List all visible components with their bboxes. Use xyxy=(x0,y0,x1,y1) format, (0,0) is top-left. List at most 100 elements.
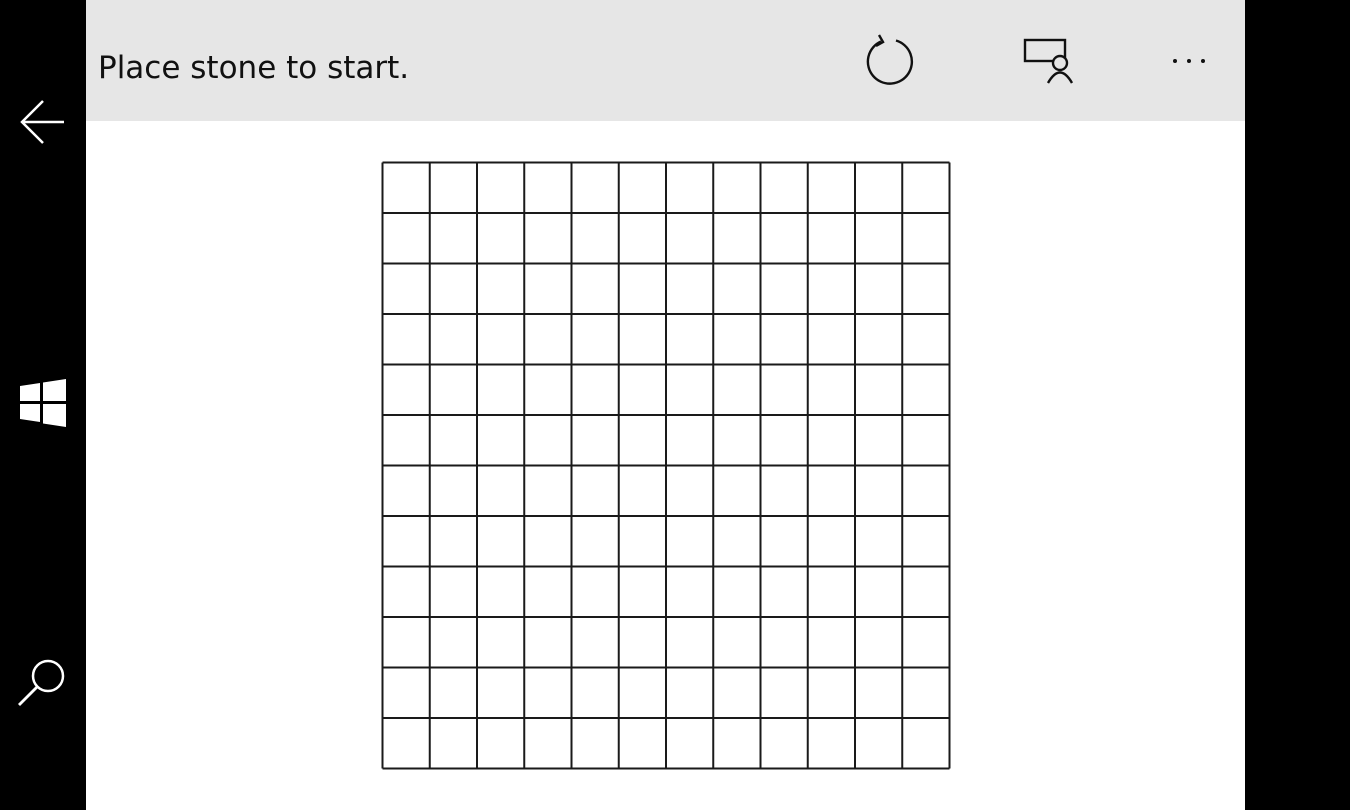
board-cell[interactable] xyxy=(666,162,714,214)
board-cell[interactable] xyxy=(382,516,430,567)
board-cell[interactable] xyxy=(524,213,572,264)
board-cell[interactable] xyxy=(618,667,666,719)
board-cell[interactable] xyxy=(807,617,855,668)
board-cell[interactable] xyxy=(713,213,761,264)
board-cell[interactable] xyxy=(666,667,714,719)
board-grid[interactable] xyxy=(381,161,951,770)
board-cell[interactable] xyxy=(760,566,808,618)
board-cell[interactable] xyxy=(477,263,525,315)
board-cell[interactable] xyxy=(524,667,572,719)
board-cell[interactable] xyxy=(429,516,477,567)
board-cell[interactable] xyxy=(382,415,430,466)
board-cell[interactable] xyxy=(760,617,808,668)
board-cell[interactable] xyxy=(807,516,855,567)
board-cell[interactable] xyxy=(429,718,477,769)
board-cell[interactable] xyxy=(524,516,572,567)
board-cell[interactable] xyxy=(902,566,950,618)
board-cell[interactable] xyxy=(477,566,525,618)
board-cell[interactable] xyxy=(807,566,855,618)
board-cell[interactable] xyxy=(571,516,619,567)
board-cell[interactable] xyxy=(666,516,714,567)
board-cell[interactable] xyxy=(855,465,903,517)
board-cell[interactable] xyxy=(760,364,808,416)
board-cell[interactable] xyxy=(902,617,950,668)
board-cell[interactable] xyxy=(713,617,761,668)
board-cell[interactable] xyxy=(855,162,903,214)
board-cell[interactable] xyxy=(382,667,430,719)
board-cell[interactable] xyxy=(713,718,761,769)
board-cell[interactable] xyxy=(713,263,761,315)
board-cell[interactable] xyxy=(571,718,619,769)
board-cell[interactable] xyxy=(524,566,572,618)
board-cell[interactable] xyxy=(571,263,619,315)
board-cell[interactable] xyxy=(666,566,714,618)
board-cell[interactable] xyxy=(807,263,855,315)
board-cell[interactable] xyxy=(571,465,619,517)
board-cell[interactable] xyxy=(855,263,903,315)
board-cell[interactable] xyxy=(618,415,666,466)
board-cell[interactable] xyxy=(571,314,619,365)
board-cell[interactable] xyxy=(666,364,714,416)
board-cell[interactable] xyxy=(713,364,761,416)
board-cell[interactable] xyxy=(902,162,950,214)
board-cell[interactable] xyxy=(477,364,525,416)
board-cell[interactable] xyxy=(666,213,714,264)
board-cell[interactable] xyxy=(902,213,950,264)
board-cell[interactable] xyxy=(760,516,808,567)
board-cell[interactable] xyxy=(855,667,903,719)
board-cell[interactable] xyxy=(429,667,477,719)
board-cell[interactable] xyxy=(382,617,430,668)
board-cell[interactable] xyxy=(477,162,525,214)
board-cell[interactable] xyxy=(524,364,572,416)
board-cell[interactable] xyxy=(760,718,808,769)
board-cell[interactable] xyxy=(429,314,477,365)
board-cell[interactable] xyxy=(477,213,525,264)
board-cell[interactable] xyxy=(524,162,572,214)
board-cell[interactable] xyxy=(902,263,950,315)
board-cell[interactable] xyxy=(760,465,808,517)
board-cell[interactable] xyxy=(807,667,855,719)
board-cell[interactable] xyxy=(855,516,903,567)
board-cell[interactable] xyxy=(571,566,619,618)
board-cell[interactable] xyxy=(477,415,525,466)
more-options-button[interactable] xyxy=(1154,28,1224,94)
board-cell[interactable] xyxy=(855,566,903,618)
board-cell[interactable] xyxy=(618,465,666,517)
board-cell[interactable] xyxy=(524,617,572,668)
board-cell[interactable] xyxy=(807,718,855,769)
board-cell[interactable] xyxy=(855,314,903,365)
board-cell[interactable] xyxy=(902,718,950,769)
board-cell[interactable] xyxy=(524,263,572,315)
board-cell[interactable] xyxy=(713,566,761,618)
board-cell[interactable] xyxy=(902,516,950,567)
board-cell[interactable] xyxy=(807,465,855,517)
board-cell[interactable] xyxy=(666,263,714,315)
board-cell[interactable] xyxy=(524,415,572,466)
board-cell[interactable] xyxy=(618,617,666,668)
board-cell[interactable] xyxy=(666,415,714,466)
board-cell[interactable] xyxy=(807,213,855,264)
board-cell[interactable] xyxy=(477,465,525,517)
board-cell[interactable] xyxy=(760,415,808,466)
board-cell[interactable] xyxy=(713,667,761,719)
board-cell[interactable] xyxy=(713,314,761,365)
board-cell[interactable] xyxy=(477,516,525,567)
board-cell[interactable] xyxy=(713,516,761,567)
board-cell[interactable] xyxy=(618,364,666,416)
start-button[interactable] xyxy=(0,363,86,443)
board-cell[interactable] xyxy=(571,364,619,416)
board-cell[interactable] xyxy=(902,364,950,416)
search-button[interactable] xyxy=(0,643,86,723)
board-cell[interactable] xyxy=(902,667,950,719)
board-cell[interactable] xyxy=(571,667,619,719)
board-cell[interactable] xyxy=(618,263,666,315)
board-cell[interactable] xyxy=(382,364,430,416)
board-cell[interactable] xyxy=(807,415,855,466)
board-cell[interactable] xyxy=(618,718,666,769)
board-cell[interactable] xyxy=(382,162,430,214)
board-cell[interactable] xyxy=(855,213,903,264)
board-cell[interactable] xyxy=(382,465,430,517)
board-cell[interactable] xyxy=(524,314,572,365)
board-cell[interactable] xyxy=(477,667,525,719)
board-cell[interactable] xyxy=(571,213,619,264)
